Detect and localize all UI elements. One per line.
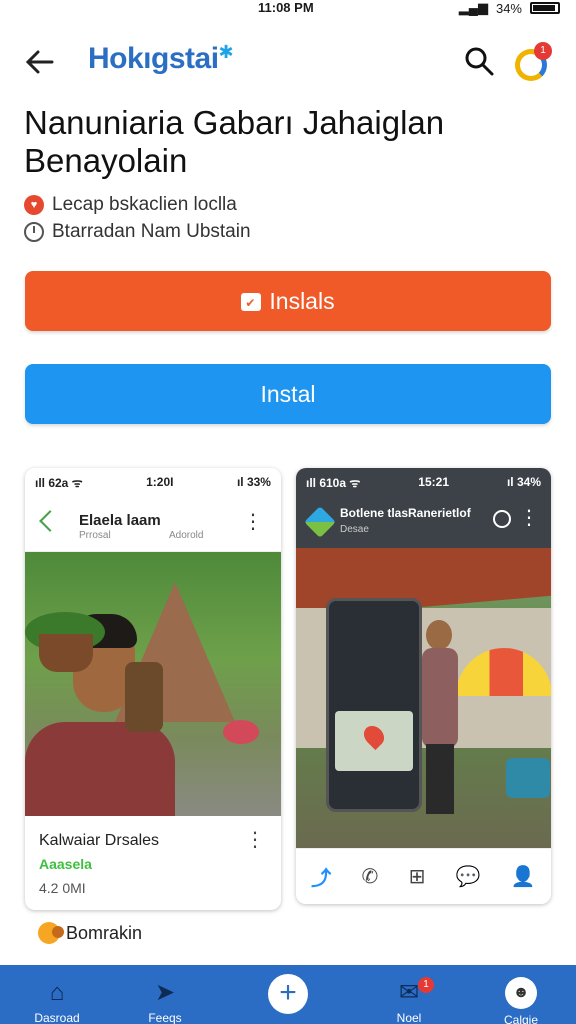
- profile-icon: ☻: [505, 977, 537, 1009]
- arrow-left-icon: [25, 50, 54, 74]
- check-badge-icon: [241, 273, 262, 333]
- person-outline-icon[interactable]: 👤: [511, 864, 536, 889]
- card-left-subtitle-2: Adorold: [169, 530, 204, 541]
- bookmark-label: Bomrakin: [66, 922, 143, 943]
- card-right-photo: [296, 548, 551, 848]
- card-right-status-bar: ıll 610a ᯤ 15:21 ıl 34%: [296, 468, 551, 496]
- card-left-size: 4.2 0MI: [39, 880, 86, 896]
- card-left-status-bar: ıll 62a ᯤ 1:20I ıl 33%: [25, 468, 281, 496]
- route-icon[interactable]: ⤴: [311, 862, 331, 891]
- screenshot-card-left[interactable]: ıll 62a ᯤ 1:20I ıl 33% Elaela laam Prros…: [25, 468, 281, 910]
- chevron-left-icon[interactable]: [39, 510, 61, 532]
- card-left-status-time: 1:20I: [146, 475, 174, 489]
- card-left-subtitle: Prrosal: [79, 530, 111, 541]
- nav-profile[interactable]: ☻ Calgie: [476, 965, 566, 1024]
- card-left-header: Elaela laam Prrosal Adorold ⋮: [25, 496, 281, 552]
- meta-time: Btarradan Nam Ubstain: [24, 221, 251, 243]
- nav-profile-label: Calgie: [503, 1013, 539, 1024]
- account-button[interactable]: 1: [512, 42, 552, 82]
- nav-feeds-label: Feeqs: [148, 1011, 182, 1024]
- card-left-tag: Aaasela: [39, 856, 92, 872]
- notification-badge: 1: [534, 42, 552, 60]
- primary-install-button[interactable]: Inslals: [25, 271, 551, 333]
- nav-home[interactable]: ⌂ Dasroad: [12, 965, 102, 1024]
- chat-icon[interactable]: 💬: [456, 864, 481, 889]
- card-right-status-time: 15:21: [418, 475, 449, 489]
- card-right-subtitle: Desae: [340, 524, 369, 535]
- search-icon: [465, 47, 494, 76]
- meta-likes: ♥ Lecap bskaclien loclla: [24, 194, 237, 216]
- card-right-status-left: ıll 610a ᯤ: [306, 475, 361, 490]
- mail-badge: 1: [418, 977, 434, 993]
- card-right-status-right: ıl 34%: [506, 475, 541, 489]
- signal-icon: ▂▄▆: [458, 0, 488, 15]
- card-right-title: Botlene tlasRanerietlof: [340, 506, 471, 520]
- card-left-title: Elaela laam: [79, 512, 161, 529]
- nav-home-label: Dasroad: [34, 1011, 80, 1024]
- nav-mail-label: Noel: [396, 1011, 422, 1024]
- bookmark-row[interactable]: Bomrakin: [38, 922, 142, 944]
- app-bar: Hokıgstai✱ 1: [0, 36, 576, 86]
- more-vert-icon[interactable]: ⋮: [245, 830, 265, 850]
- person-icon[interactable]: [493, 510, 511, 528]
- install-label: Instal: [260, 381, 316, 407]
- meta-likes-text: Lecap bskaclien loclla: [52, 194, 237, 215]
- card-right-header: Botlene tlasRanerietlof Desae ⋮: [296, 496, 551, 548]
- add-icon: +: [268, 974, 308, 1014]
- card-left-status-left: ıll 62a ᯤ: [35, 475, 83, 490]
- page-title: Nanuniaria Gabarı Jahaiglan Benayolain: [24, 104, 445, 179]
- nav-feeds[interactable]: ➤ Feeqs: [120, 965, 210, 1024]
- battery-icon: [530, 2, 560, 14]
- more-vert-icon[interactable]: ⋮: [519, 508, 539, 528]
- status-time: 11:08 PM: [258, 0, 314, 15]
- status-icons: ▂▄▆ 34%: [459, 0, 560, 16]
- send-icon: ➤: [154, 979, 176, 1006]
- phone-icon[interactable]: ✆: [361, 864, 378, 889]
- add-box-icon[interactable]: ⊞: [409, 864, 426, 889]
- bottom-navigation: ⌂ Dasroad ➤ Feeqs + ✉ 1 Noel ☻ Calgie: [0, 965, 576, 1024]
- card-left-body: Kalwaiar Drsales Aaasela 4.2 0MI ⋮: [25, 816, 281, 910]
- search-button[interactable]: [462, 44, 496, 78]
- maps-logo-icon: [304, 506, 336, 538]
- brand-logo: Hokıgstai✱: [88, 42, 234, 76]
- install-button[interactable]: Instal: [25, 364, 551, 424]
- status-bar: 11:08 PM ▂▄▆ 34%: [0, 0, 576, 18]
- card-left-body-title: Kalwaiar Drsales: [39, 832, 160, 849]
- nav-add[interactable]: +: [243, 965, 333, 1024]
- card-right-nav: ⤴ ✆ ⊞ 💬 👤: [296, 848, 551, 904]
- screenshot-card-right[interactable]: ıll 610a ᯤ 15:21 ıl 34% Botlene tlasRane…: [296, 468, 551, 904]
- back-button[interactable]: [22, 44, 58, 80]
- nav-mail[interactable]: ✉ 1 Noel: [364, 965, 454, 1024]
- heart-icon: ♥: [24, 195, 44, 215]
- card-left-photo: [25, 552, 281, 816]
- bookmark-icon: [38, 922, 64, 944]
- brand-mark: ✱: [218, 42, 234, 62]
- meta-time-text: Btarradan Nam Ubstain: [52, 221, 251, 242]
- card-left-status-right: ıl 33%: [236, 475, 271, 489]
- brand-name: Hokıgstai: [88, 42, 219, 75]
- primary-install-label: Inslals: [269, 288, 335, 314]
- more-vert-icon[interactable]: ⋮: [243, 512, 263, 532]
- clock-icon: [24, 222, 44, 242]
- home-icon: ⌂: [49, 979, 65, 1006]
- battery-percent: 34%: [495, 0, 522, 16]
